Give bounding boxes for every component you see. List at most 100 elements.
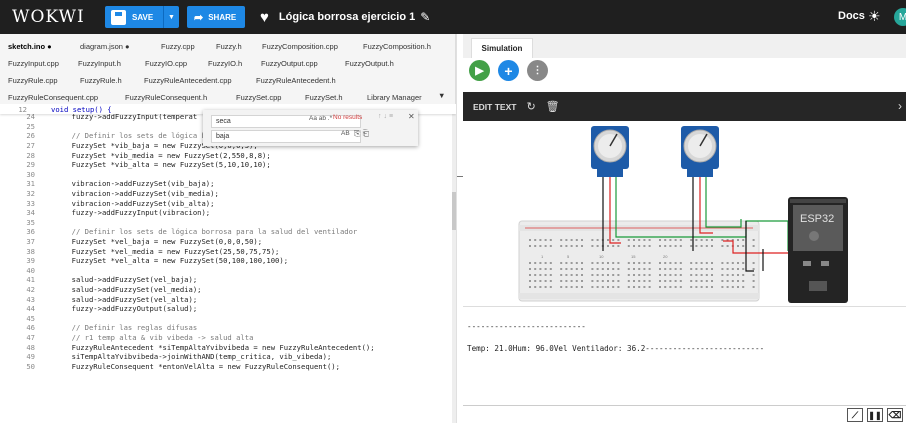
code-line[interactable]: 41 salud->addFuzzySet(vel_baja);	[0, 275, 452, 285]
breadboard-hole	[627, 262, 630, 264]
code-line[interactable]: 31 vibracion->addFuzzySet(vib_baja);	[0, 179, 452, 189]
replace-input[interactable]: baja	[211, 129, 361, 143]
code-line[interactable]: 50 FuzzyRuleConsequent *entonVelAlta = n…	[0, 361, 452, 371]
tab-fuzzyinput-cpp[interactable]: FuzzyInput.cpp	[8, 59, 59, 68]
code-line[interactable]: 44 fuzzy->addFuzzyOutput(salud);	[0, 304, 452, 314]
code-line[interactable]: 35	[0, 218, 452, 228]
tab-fuzzyrule-h[interactable]: FuzzyRule.h	[80, 76, 122, 85]
code-line[interactable]: 42 salud->addFuzzySet(vel_media);	[0, 285, 452, 295]
project-title[interactable]: Lógica borrosa ejercicio 1	[279, 11, 415, 23]
code-line[interactable]: 48 FuzzyRuleAntecedent *siTempAltaYvibvi…	[0, 342, 452, 352]
breadboard-hole	[529, 286, 531, 288]
tabs-overflow-caret-icon[interactable]: ▼	[438, 91, 445, 100]
find-nav-arrows-icon[interactable]: ↑↓≡	[378, 113, 395, 120]
tab-fuzzyrule-cpp[interactable]: FuzzyRule.cpp	[8, 76, 58, 85]
tab-fuzzyruleantecedent-cpp[interactable]: FuzzyRuleAntecedent.cpp	[144, 76, 232, 85]
code-line[interactable]: 40	[0, 266, 452, 276]
pause-icon[interactable]: ❚❚	[867, 408, 883, 422]
pane-divider[interactable]	[456, 34, 463, 423]
serial-monitor[interactable]: -------------------------- Temp: 21.0Hum…	[463, 306, 906, 414]
esp32-board[interactable]: ESP32	[788, 197, 848, 303]
diagram-canvas[interactable]: 1 5 10 15 20 ESP32	[463, 121, 906, 306]
potentiometer-2[interactable]	[681, 126, 719, 177]
replace-buttons-icon[interactable]: ⎘ ⎗	[354, 129, 369, 139]
docs-link[interactable]: Docs	[838, 10, 865, 22]
code-line[interactable]: 29 FuzzySet *vib_alta = new FuzzySet(5,1…	[0, 160, 452, 170]
code-line[interactable]: 46 // Definir las reglas difusas	[0, 323, 452, 333]
code-line[interactable]: 49 siTempAltaYvibvibeda->joinWithAND(tem…	[0, 352, 452, 362]
breadboard[interactable]: 1 5 10 15 20	[518, 220, 760, 302]
circuit-diagram[interactable]: 1 5 10 15 20 ESP32	[463, 121, 906, 306]
replace-options[interactable]: AB	[341, 130, 350, 137]
code-line[interactable]: 30	[0, 170, 452, 180]
breadboard-hole	[529, 262, 531, 264]
potentiometer-1[interactable]	[591, 126, 629, 177]
code-line[interactable]: 38 FuzzySet *vel_media = new FuzzySet(25…	[0, 246, 452, 256]
code-line[interactable]: 47 // r1 temp alta & vib vibeda -> salud…	[0, 333, 452, 343]
code-editor[interactable]: 12 void setup() { 24 fuzzy->addFuzzyInpu…	[0, 104, 456, 423]
breadboard-hole	[570, 262, 573, 264]
code-line[interactable]: 43 salud->addFuzzySet(vel_alta);	[0, 294, 452, 304]
add-part-button[interactable]: +	[498, 60, 519, 81]
code-lines[interactable]: 24 fuzzy->addFuzzyInput(temperat 25 26 // …	[0, 112, 452, 371]
breadboard-hole	[669, 280, 672, 282]
tab-fuzzycomposition-cpp[interactable]: FuzzyComposition.cpp	[262, 42, 338, 51]
tab-fuzzyinput-h[interactable]: FuzzyInput.h	[78, 59, 121, 68]
wokwi-logo[interactable]: WOKWI	[12, 7, 100, 27]
line-number: 49	[26, 352, 35, 362]
tab-sketch-ino[interactable]: sketch.ino ●	[8, 42, 52, 51]
breadboard-hole	[742, 274, 745, 276]
code-line[interactable]: 45	[0, 313, 452, 323]
code-line[interactable]: 33 vibracion->addFuzzySet(vib_alta);	[0, 198, 452, 208]
tab-diagram-json[interactable]: diagram.json ●	[80, 42, 130, 51]
breadboard-hole	[705, 245, 708, 247]
code-line[interactable]: 39 FuzzySet *vel_alta = new FuzzySet(50,…	[0, 256, 452, 266]
edit-text-button[interactable]: EDIT TEXT	[473, 102, 516, 112]
tab-fuzzyruleantecedent-h[interactable]: FuzzyRuleAntecedent.h	[256, 76, 336, 85]
theme-toggle-icon[interactable]: ☀	[868, 8, 881, 25]
tab-simulation[interactable]: Simulation	[471, 38, 533, 58]
tab-fuzzyio-cpp[interactable]: FuzzyIO.cpp	[145, 59, 187, 68]
save-button[interactable]: SAVE ▼	[105, 6, 179, 28]
tab-fuzzy-cpp[interactable]: Fuzzy.cpp	[161, 42, 195, 51]
breadboard-hole	[690, 239, 693, 241]
tab-fuzzyruleconsequent-cpp[interactable]: FuzzyRuleConsequent.cpp	[8, 93, 98, 102]
tab-library-manager[interactable]: Library Manager	[367, 93, 422, 102]
breadboard-hole	[737, 280, 739, 282]
heart-icon[interactable]: ♥	[260, 9, 269, 26]
code-line[interactable]: 37 FuzzySet *vel_baja = new FuzzySet(0,0…	[0, 237, 452, 247]
tab-fuzzyio-h[interactable]: FuzzyIO.h	[208, 59, 242, 68]
breadboard-hole	[643, 286, 646, 288]
code-line[interactable]: 28 FuzzySet *vib_media = new FuzzySet(2,…	[0, 150, 452, 160]
tab-fuzzycomposition-h[interactable]: FuzzyComposition.h	[363, 42, 431, 51]
code-line[interactable]: 32 vibracion->addFuzzySet(vib_media);	[0, 189, 452, 199]
plotter-icon[interactable]: ⟋	[847, 408, 863, 422]
line-number: 44	[26, 304, 35, 314]
breadboard-hole	[575, 268, 578, 270]
save-dropdown-caret-icon[interactable]: ▼	[163, 6, 179, 28]
tab-fuzzy-h[interactable]: Fuzzy.h	[216, 42, 242, 51]
pencil-icon[interactable]: ✎	[420, 10, 430, 24]
close-toolbar-icon[interactable]: ›	[898, 99, 902, 113]
code-line[interactable]: 34 fuzzy->addFuzzyInput(vibracion);	[0, 208, 452, 218]
more-options-button[interactable]: ⋮	[527, 60, 548, 81]
breadboard-hole	[737, 262, 739, 264]
start-simulation-button[interactable]: ▶	[469, 60, 490, 81]
code-line[interactable]: 36 // Definir los sets de lógica borrosa…	[0, 227, 452, 237]
tab-fuzzyoutput-cpp[interactable]: FuzzyOutput.cpp	[261, 59, 318, 68]
tab-fuzzyoutput-h[interactable]: FuzzyOutput.h	[345, 59, 394, 68]
tab-fuzzyset-cpp[interactable]: FuzzySet.cpp	[236, 93, 281, 102]
tab-fuzzyruleconsequent-h[interactable]: FuzzyRuleConsequent.h	[125, 93, 207, 102]
avatar[interactable]: M	[894, 8, 906, 26]
breadboard-hole	[731, 268, 734, 270]
find-close-icon[interactable]: ✕	[408, 112, 415, 121]
breadboard-hole	[659, 239, 661, 241]
rotate-icon[interactable]: ↻	[526, 100, 535, 113]
tab-fuzzyset-h[interactable]: FuzzySet.h	[305, 93, 343, 102]
breadboard-hole	[664, 262, 667, 264]
find-options[interactable]: Aa ab .*	[309, 115, 332, 122]
save-label: SAVE	[132, 12, 154, 22]
clear-icon[interactable]: ⌫	[887, 408, 903, 422]
share-button[interactable]: ➦ SHARE	[187, 6, 245, 28]
delete-icon[interactable]: 🗑	[546, 100, 560, 113]
